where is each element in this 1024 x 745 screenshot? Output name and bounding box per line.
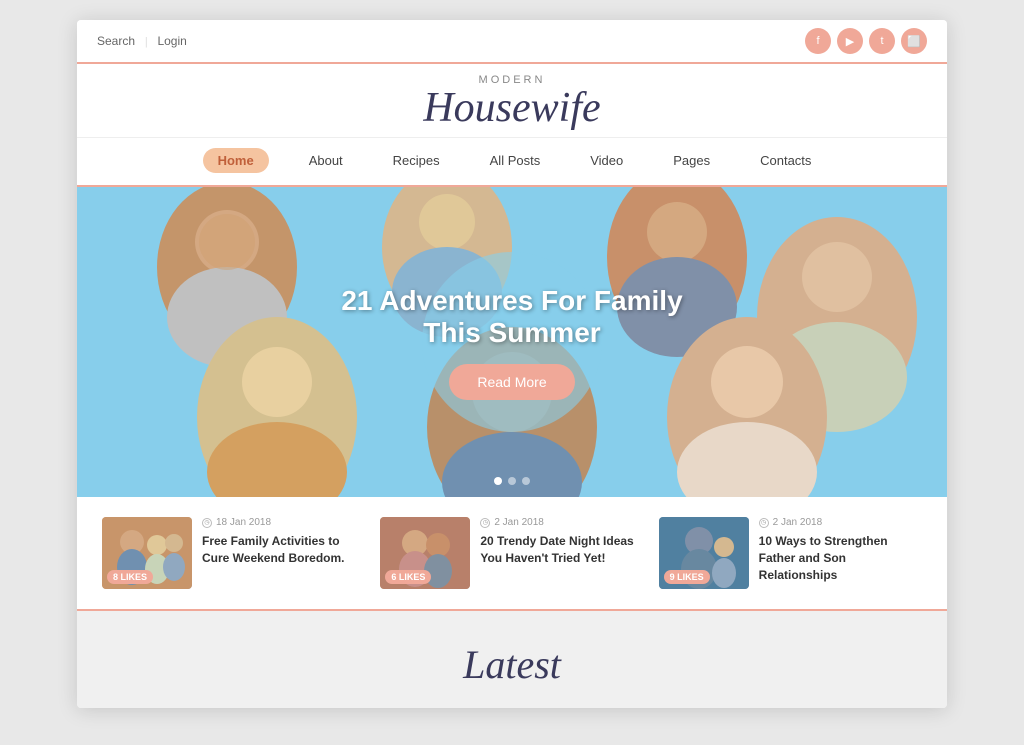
nav-item-about[interactable]: About (299, 148, 353, 173)
nav-item-home[interactable]: Home (203, 148, 269, 173)
logo-title: Housewife (423, 85, 600, 131)
clock-icon-3: ◷ (759, 518, 769, 528)
hero-section: 21 Adventures For FamilyThis Summer Read… (77, 187, 947, 497)
blog-card-2: 6 LIKES ◷ 2 Jan 2018 20 Trendy Date Nigh… (380, 517, 643, 589)
instagram-icon[interactable]: ⬜ (901, 28, 927, 54)
card-content-1: ◷ 18 Jan 2018 Free Family Activities to … (202, 517, 365, 567)
nav-item-recipes[interactable]: Recipes (383, 148, 450, 173)
hero-content: 21 Adventures For FamilyThis Summer Read… (341, 285, 682, 400)
latest-section: Latest (77, 609, 947, 708)
likes-badge-1: 8 LIKES (107, 570, 153, 584)
hero-title: 21 Adventures For FamilyThis Summer (341, 285, 682, 349)
card-image-3: 9 LIKES (659, 517, 749, 589)
blog-card-1: 8 LIKES ◷ 18 Jan 2018 Free Family Activi… (102, 517, 365, 589)
nav-item-allposts[interactable]: All Posts (480, 148, 551, 173)
hero-dot-1[interactable] (494, 477, 502, 485)
card-content-2: ◷ 2 Jan 2018 20 Trendy Date Night Ideas … (480, 517, 643, 567)
card-image-2: 6 LIKES (380, 517, 470, 589)
card-title-2[interactable]: 20 Trendy Date Night Ideas You Haven't T… (480, 533, 643, 567)
utility-bar: Search | Login f ▶ t ⬜ (77, 20, 947, 62)
site-header: modern Housewife (77, 62, 947, 138)
search-link[interactable]: Search (97, 34, 135, 48)
main-nav: Home About Recipes All Posts Video Pages… (77, 138, 947, 187)
utility-left: Search | Login (97, 34, 187, 49)
logo: modern Housewife (97, 74, 927, 132)
likes-badge-3: 9 LIKES (664, 570, 710, 584)
hero-background: 21 Adventures For FamilyThis Summer Read… (77, 187, 947, 497)
card-date-2: ◷ 2 Jan 2018 (480, 517, 643, 528)
blog-card-3: 9 LIKES ◷ 2 Jan 2018 10 Ways to Strength… (659, 517, 922, 589)
likes-badge-2: 6 LIKES (385, 570, 431, 584)
social-icons: f ▶ t ⬜ (805, 28, 927, 54)
clock-icon-2: ◷ (480, 518, 490, 528)
card-title-1[interactable]: Free Family Activities to Cure Weekend B… (202, 533, 365, 567)
page-wrapper: Search | Login f ▶ t ⬜ modern Housewife … (77, 20, 947, 708)
facebook-icon[interactable]: f (805, 28, 831, 54)
card-title-3[interactable]: 10 Ways to Strengthen Father and Son Rel… (759, 533, 922, 583)
divider: | (145, 34, 147, 49)
latest-title: Latest (97, 641, 927, 688)
login-link[interactable]: Login (157, 34, 186, 48)
hero-dot-3[interactable] (522, 477, 530, 485)
card-content-3: ◷ 2 Jan 2018 10 Ways to Strengthen Fathe… (759, 517, 922, 583)
blog-cards: 8 LIKES ◷ 18 Jan 2018 Free Family Activi… (77, 497, 947, 609)
nav-item-video[interactable]: Video (580, 148, 633, 173)
youtube-icon[interactable]: ▶ (837, 28, 863, 54)
nav-item-pages[interactable]: Pages (663, 148, 720, 173)
nav-item-contacts[interactable]: Contacts (750, 148, 821, 173)
card-image-1: 8 LIKES (102, 517, 192, 589)
hero-dot-2[interactable] (508, 477, 516, 485)
card-date-3: ◷ 2 Jan 2018 (759, 517, 922, 528)
twitter-icon[interactable]: t (869, 28, 895, 54)
clock-icon-1: ◷ (202, 518, 212, 528)
hero-read-more-button[interactable]: Read More (449, 364, 574, 400)
hero-dots (494, 477, 530, 485)
card-date-1: ◷ 18 Jan 2018 (202, 517, 365, 528)
